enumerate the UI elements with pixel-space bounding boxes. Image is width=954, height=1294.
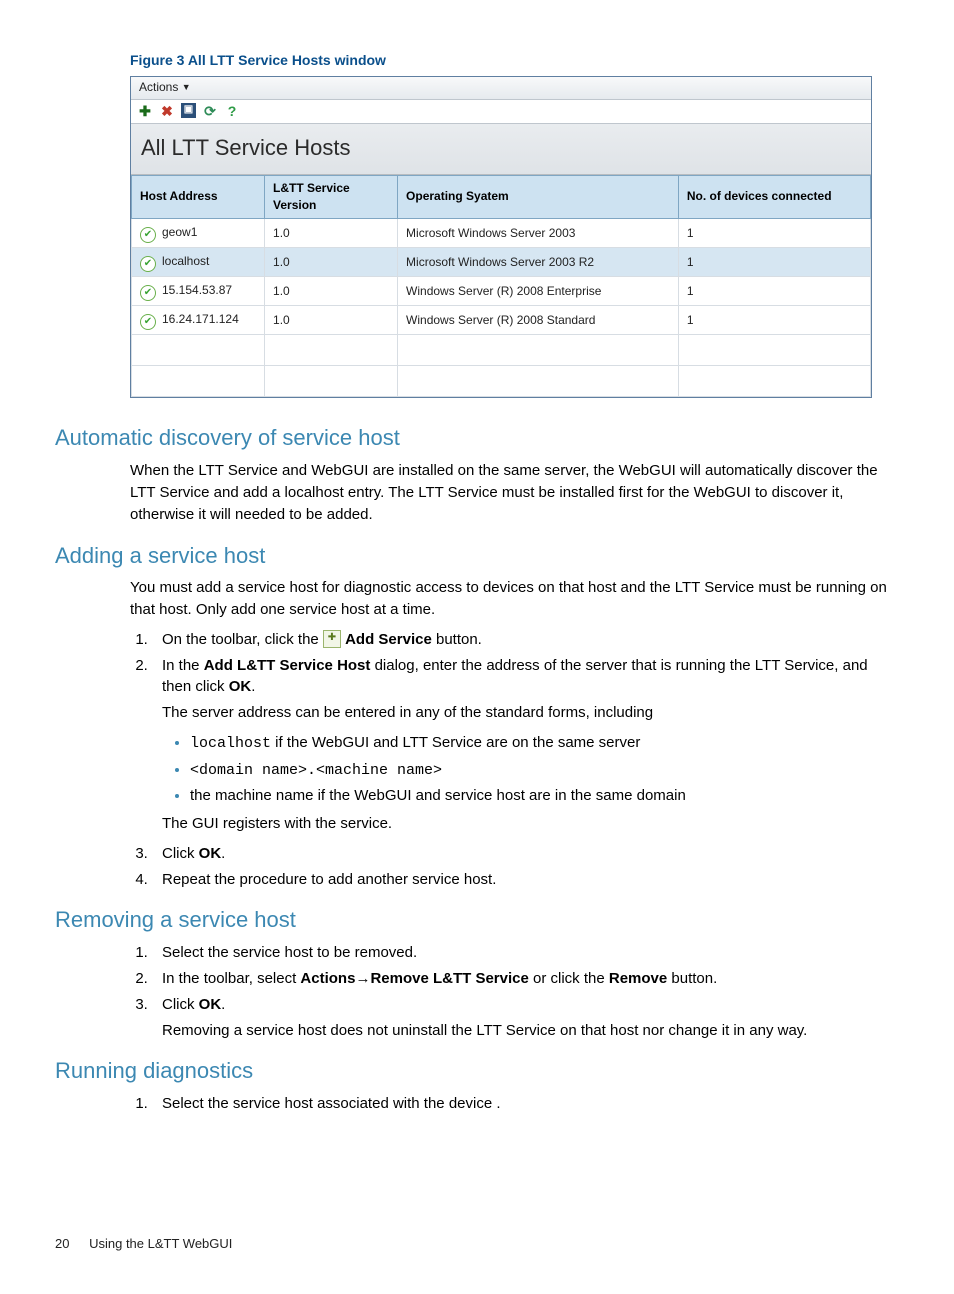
remove-step-2: In the toolbar, select Actions→Remove L&… [152,968,899,990]
help-icon[interactable]: ? [224,103,240,119]
heading-auto-discovery: Automatic discovery of service host [55,422,899,454]
page-number: 20 [55,1235,69,1254]
footer-title: Using the L&TT WebGUI [89,1236,232,1251]
address-forms: localhost if the WebGUI and LTT Service … [190,732,899,807]
remove-note: Removing a service host does not uninsta… [162,1020,899,1042]
actions-menu[interactable]: Actions ▼ [139,80,191,94]
bullet-machine: the machine name if the WebGUI and servi… [190,785,899,807]
section-title: All LTT Service Hosts [131,124,871,175]
status-ok-icon: ✔ [140,285,156,301]
add-steps: On the toolbar, click the ✚ Add Service … [152,629,899,891]
add-step-2-gui: The GUI registers with the service. [162,813,899,835]
add-step-3: Click OK. [152,843,899,865]
refresh-icon[interactable]: ⟳ [202,103,218,119]
remove-step-1: Select the service host to be removed. [152,942,899,964]
figure-caption: Figure 3 All LTT Service Hosts window [130,50,899,70]
table-row-empty [132,366,871,397]
para-auto: When the LTT Service and WebGUI are inst… [130,460,899,525]
diag-step-1: Select the service host associated with … [152,1093,899,1115]
col-devices[interactable]: No. of devices connected [678,175,870,219]
add-step-4: Repeat the procedure to add another serv… [152,869,899,891]
toolbar: ✚ ✖ ▣ ⟳ ? [131,100,871,124]
bullet-domain: <domain name>.<machine name> [190,759,899,782]
col-version[interactable]: L&TT Service Version [265,175,398,219]
bullet-localhost: localhost if the WebGUI and LTT Service … [190,732,899,755]
view-icon[interactable]: ▣ [181,103,196,118]
menubar: Actions ▼ [131,77,871,99]
add-step-1: On the toolbar, click the ✚ Add Service … [152,629,899,651]
status-ok-icon: ✔ [140,314,156,330]
status-ok-icon: ✔ [140,256,156,272]
heading-adding: Adding a service host [55,540,899,572]
para-add: You must add a service host for diagnost… [130,577,899,621]
heading-diagnostics: Running diagnostics [55,1055,899,1087]
remove-steps: Select the service host to be removed. I… [152,942,899,1041]
hosts-table: Host Address L&TT Service Version Operat… [131,175,871,398]
table-row[interactable]: ✔geow11.0Microsoft Windows Server 20031 [132,219,871,248]
screenshot-frame: Actions ▼ ✚ ✖ ▣ ⟳ ? All LTT Service Host… [130,76,872,398]
table-row-empty [132,335,871,366]
col-host[interactable]: Host Address [132,175,265,219]
delete-icon[interactable]: ✖ [159,103,175,119]
col-os[interactable]: Operating Syatem [398,175,679,219]
add-step-2: In the Add L&TT Service Host dialog, ent… [152,655,899,835]
heading-removing: Removing a service host [55,904,899,936]
add-step-2-note: The server address can be entered in any… [162,702,899,724]
add-service-icon[interactable]: ✚ [137,103,153,119]
status-ok-icon: ✔ [140,227,156,243]
add-service-inline-icon: ✚ [323,630,341,648]
diag-steps: Select the service host associated with … [152,1093,899,1115]
table-row[interactable]: ✔localhost1.0Microsoft Windows Server 20… [132,248,871,277]
table-row[interactable]: ✔15.154.53.871.0Windows Server (R) 2008 … [132,277,871,306]
remove-step-3: Click OK. Removing a service host does n… [152,994,899,1042]
table-row[interactable]: ✔16.24.171.1241.0Windows Server (R) 2008… [132,306,871,335]
page-footer: 20 Using the L&TT WebGUI [55,1235,899,1254]
